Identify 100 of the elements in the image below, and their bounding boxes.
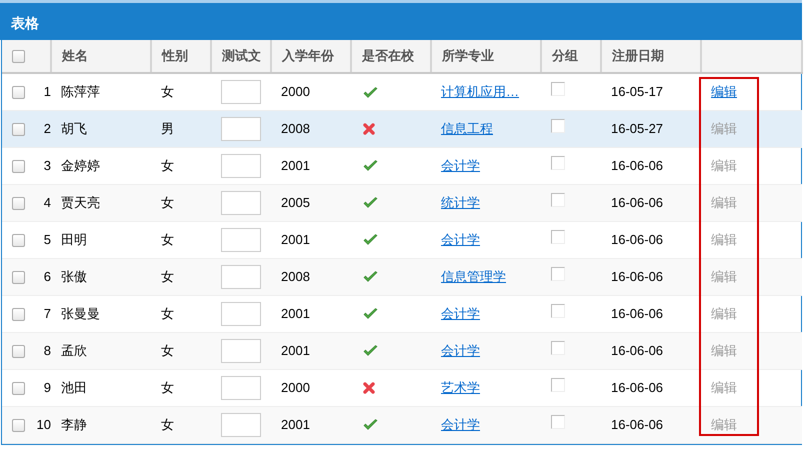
column-header: 入学年份 [282, 48, 334, 64]
broken-image-icon [551, 304, 565, 318]
broken-image-icon [551, 230, 565, 244]
text-input[interactable] [221, 412, 261, 436]
major-link[interactable]: 信息工程 [441, 120, 493, 136]
gender-text: 女 [161, 194, 174, 210]
broken-image-icon [551, 340, 565, 355]
text-input[interactable] [221, 338, 261, 362]
broken-image-icon [551, 118, 565, 133]
gender-text: 女 [161, 268, 174, 284]
year-text: 2008 [281, 120, 310, 136]
name-text: 金婷婷 [61, 158, 100, 173]
year-text: 2001 [281, 158, 310, 173]
gender-text: 男 [161, 120, 174, 136]
edit-link[interactable]: 编辑 [711, 84, 737, 99]
date-text: 16-06-06 [611, 342, 664, 358]
name-text: 贾天亮 [61, 194, 100, 210]
row-number: 8 [44, 342, 51, 358]
text-input[interactable] [221, 80, 261, 104]
select-all-checkbox[interactable] [12, 50, 25, 64]
name-text: 陈萍萍 [61, 84, 100, 99]
edit-link[interactable]: 编辑 [711, 158, 737, 173]
text-input[interactable] [221, 302, 261, 326]
row-checkbox[interactable] [12, 270, 25, 284]
broken-image-icon [551, 156, 565, 170]
text-input[interactable] [221, 376, 261, 400]
column-header: 姓名 [62, 48, 88, 64]
gender-text: 女 [161, 84, 174, 99]
row-number: 9 [44, 380, 51, 395]
major-link[interactable]: 会计学 [441, 416, 480, 432]
column-header: 所学专业 [442, 48, 494, 64]
major-link[interactable]: 会计学 [441, 306, 480, 321]
row-checkbox[interactable] [12, 122, 25, 136]
name-text: 张傲 [61, 268, 87, 284]
name-text: 池田 [61, 380, 87, 395]
row-checkbox[interactable] [12, 160, 25, 173]
column-header: 是否在校 [362, 48, 414, 64]
column-header: 测试文 [222, 48, 261, 64]
gender-text: 女 [161, 232, 174, 247]
row-number: 3 [44, 158, 51, 173]
date-text: 16-05-17 [611, 84, 664, 99]
date-text: 16-06-06 [611, 268, 664, 284]
edit-link[interactable]: 编辑 [711, 342, 737, 358]
name-text: 胡飞 [61, 120, 87, 136]
row-checkbox[interactable] [12, 234, 25, 247]
edit-link[interactable]: 编辑 [711, 380, 737, 395]
row-checkbox[interactable] [12, 86, 25, 100]
major-link[interactable]: 会计学 [441, 232, 480, 247]
name-text: 李静 [61, 416, 87, 432]
column-header: 性别 [162, 48, 188, 64]
column-header: 注册日期 [612, 48, 664, 64]
date-text: 16-05-27 [611, 120, 664, 136]
gender-text: 女 [161, 306, 174, 321]
date-text: 16-06-06 [611, 232, 664, 247]
column-header: 分组 [552, 48, 578, 64]
row-number: 10 [36, 416, 51, 432]
major-link[interactable]: 计算机应用… [441, 84, 519, 99]
row-number: 6 [44, 268, 51, 284]
row-checkbox[interactable] [12, 382, 25, 395]
row-number: 5 [44, 232, 51, 247]
broken-image-icon [551, 82, 565, 96]
major-link[interactable]: 艺术学 [441, 380, 480, 395]
year-text: 2001 [281, 342, 310, 358]
name-text: 张曼曼 [61, 306, 100, 321]
date-text: 16-06-06 [611, 416, 664, 432]
year-text: 2000 [281, 84, 310, 99]
edit-link[interactable]: 编辑 [711, 306, 737, 321]
row-checkbox[interactable] [12, 196, 25, 210]
gender-text: 女 [161, 342, 174, 358]
name-text: 田明 [61, 232, 87, 247]
text-input[interactable] [221, 264, 261, 288]
gender-text: 女 [161, 380, 174, 395]
major-link[interactable]: 会计学 [441, 342, 480, 358]
edit-link[interactable]: 编辑 [711, 232, 737, 247]
row-number: 1 [44, 84, 51, 99]
text-input[interactable] [221, 154, 261, 178]
text-input[interactable] [221, 228, 261, 252]
edit-link[interactable]: 编辑 [711, 194, 737, 210]
text-input[interactable] [221, 116, 261, 140]
year-text: 2001 [281, 306, 310, 321]
edit-link[interactable]: 编辑 [711, 268, 737, 284]
row-checkbox[interactable] [12, 308, 25, 321]
row-checkbox[interactable] [12, 418, 25, 432]
major-link[interactable]: 统计学 [441, 194, 480, 210]
broken-image-icon [551, 378, 565, 392]
row-checkbox[interactable] [12, 344, 25, 358]
row-number: 7 [44, 306, 51, 321]
year-text: 2000 [281, 380, 310, 395]
broken-image-icon [551, 266, 565, 281]
text-input[interactable] [221, 190, 261, 214]
broken-image-icon [551, 192, 565, 207]
gender-text: 女 [161, 158, 174, 173]
edit-link[interactable]: 编辑 [711, 416, 737, 432]
broken-image-icon [551, 414, 565, 429]
year-text: 2001 [281, 416, 310, 432]
year-text: 2001 [281, 232, 310, 247]
date-text: 16-06-06 [611, 306, 664, 321]
date-text: 16-06-06 [611, 194, 664, 210]
date-text: 16-06-06 [611, 158, 664, 173]
major-link[interactable]: 会计学 [441, 158, 480, 173]
